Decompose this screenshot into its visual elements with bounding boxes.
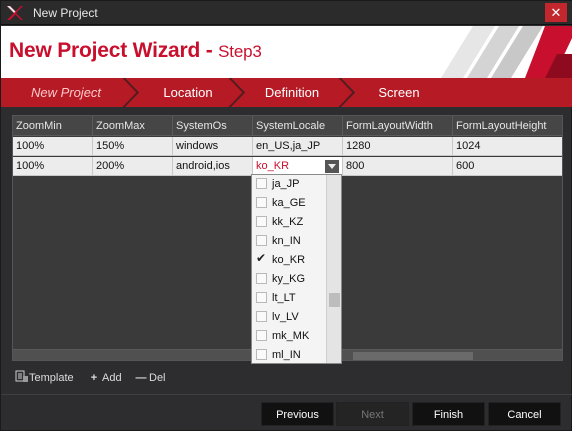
list-item[interactable]: ml_IN bbox=[252, 346, 327, 363]
checkbox[interactable] bbox=[256, 197, 267, 208]
checkbox[interactable] bbox=[256, 311, 267, 322]
step-screen: Screen bbox=[378, 85, 420, 100]
next-button[interactable]: Next bbox=[336, 402, 409, 426]
template-button-label: Template bbox=[29, 372, 74, 384]
app-logo-icon bbox=[7, 6, 23, 20]
dropdown-vertical-scrollbar[interactable] bbox=[326, 175, 341, 363]
cell-systemos[interactable]: windows bbox=[173, 137, 253, 156]
list-item-label: ko_KR bbox=[272, 254, 306, 266]
list-item[interactable]: ja_JP bbox=[252, 175, 327, 194]
window-title: New Project bbox=[33, 6, 98, 20]
wizard-title-text: New Project Wizard - bbox=[9, 39, 219, 62]
plus-icon: + bbox=[90, 372, 98, 384]
checkbox[interactable] bbox=[256, 292, 267, 303]
divider bbox=[1, 394, 572, 395]
step-new-project: New Project bbox=[30, 85, 102, 100]
add-button[interactable]: + Add bbox=[88, 369, 122, 387]
checkbox[interactable] bbox=[256, 216, 267, 227]
list-item[interactable]: ko_KR bbox=[252, 251, 327, 270]
wizard-steps-bar: New Project Location Definition Screen bbox=[1, 78, 572, 107]
list-item[interactable]: ka_GE bbox=[252, 194, 327, 213]
checkbox[interactable] bbox=[256, 235, 267, 246]
cell-zoommax[interactable]: 200% bbox=[93, 157, 173, 176]
delete-button[interactable]: — Del bbox=[135, 369, 166, 387]
checkmark-icon[interactable] bbox=[256, 251, 267, 265]
list-item-label: lv_LV bbox=[272, 311, 299, 323]
checkbox[interactable] bbox=[256, 349, 267, 360]
table-row[interactable]: 100% 150% windows en_US,ja_JP 1280 1024 bbox=[13, 137, 562, 156]
wizard-header: New Project Wizard - Step3 bbox=[1, 26, 572, 78]
cell-systemos[interactable]: android,ios bbox=[173, 157, 253, 176]
list-item[interactable]: lt_LT bbox=[252, 289, 327, 308]
template-icon bbox=[15, 370, 28, 382]
column-header-formlayoutwidth[interactable]: FormLayoutWidth bbox=[343, 116, 453, 136]
list-item-label: kk_KZ bbox=[272, 216, 304, 228]
grid-header: ZoomMin ZoomMax SystemOs SystemLocale Fo… bbox=[13, 116, 562, 136]
cell-systemlocale[interactable]: en_US,ja_JP bbox=[253, 137, 343, 156]
list-item-label: mk_MK bbox=[272, 330, 310, 342]
cell-zoommax[interactable]: 150% bbox=[93, 137, 173, 156]
template-button[interactable]: Template bbox=[15, 369, 74, 387]
cancel-button[interactable]: Cancel bbox=[488, 402, 561, 426]
add-button-label: Add bbox=[102, 372, 122, 384]
wizard-step-label: Step3 bbox=[218, 42, 262, 61]
list-item[interactable]: mk_MK bbox=[252, 327, 327, 346]
cell-zoommin[interactable]: 100% bbox=[13, 157, 93, 176]
locale-dropdown-list[interactable]: ja_JP ka_GE kk_KZ kn_IN ko_KR ky_KG lt_L… bbox=[251, 174, 342, 364]
list-item-label: ky_KG bbox=[272, 273, 306, 285]
checkbox[interactable] bbox=[256, 178, 267, 189]
list-item-label: ka_GE bbox=[272, 197, 306, 209]
minus-icon: — bbox=[135, 372, 147, 384]
close-button[interactable]: ✕ bbox=[545, 3, 567, 22]
list-item[interactable]: kk_KZ bbox=[252, 213, 327, 232]
list-item[interactable]: kn_IN bbox=[252, 232, 327, 251]
cell-formlayoutheight[interactable]: 600 bbox=[453, 157, 562, 176]
list-item-label: ml_IN bbox=[272, 349, 301, 361]
new-project-window: New Project ✕ New Project Wizard - Step3 bbox=[0, 0, 572, 431]
grid-scrollbar-thumb[interactable] bbox=[353, 352, 473, 360]
column-header-systemlocale[interactable]: SystemLocale bbox=[253, 116, 343, 136]
title-bar[interactable]: New Project ✕ bbox=[1, 1, 572, 25]
list-item-label: kn_IN bbox=[272, 235, 301, 247]
checkbox[interactable] bbox=[256, 273, 267, 284]
column-header-systemos[interactable]: SystemOs bbox=[173, 116, 253, 136]
column-header-formlayoutheight[interactable]: FormLayoutHeight bbox=[453, 116, 562, 136]
step-definition: Definition bbox=[264, 85, 320, 100]
chevron-down-icon[interactable] bbox=[325, 160, 339, 173]
wizard-title: New Project Wizard - Step3 bbox=[9, 39, 262, 63]
systemlocale-combo-value: ko_KR bbox=[256, 160, 290, 172]
list-item-label: lt_LT bbox=[272, 292, 296, 304]
header-decoration bbox=[441, 26, 572, 78]
column-header-zoommin[interactable]: ZoomMin bbox=[13, 116, 93, 136]
finish-button[interactable]: Finish bbox=[412, 402, 485, 426]
cell-formlayoutwidth[interactable]: 1280 bbox=[343, 137, 453, 156]
checkbox[interactable] bbox=[256, 330, 267, 341]
close-icon: ✕ bbox=[550, 5, 562, 20]
step-location: Location bbox=[163, 85, 213, 100]
cell-zoommin[interactable]: 100% bbox=[13, 137, 93, 156]
column-header-zoommax[interactable]: ZoomMax bbox=[93, 116, 173, 136]
cell-formlayoutheight[interactable]: 1024 bbox=[453, 137, 562, 156]
cell-formlayoutwidth[interactable]: 800 bbox=[343, 157, 453, 176]
list-item-label: ja_JP bbox=[272, 178, 300, 190]
list-item[interactable]: ky_KG bbox=[252, 270, 327, 289]
delete-button-label: Del bbox=[149, 372, 166, 384]
list-item[interactable]: lv_LV bbox=[252, 308, 327, 327]
previous-button[interactable]: Previous bbox=[261, 402, 334, 426]
dropdown-scrollbar-thumb[interactable] bbox=[329, 293, 340, 307]
